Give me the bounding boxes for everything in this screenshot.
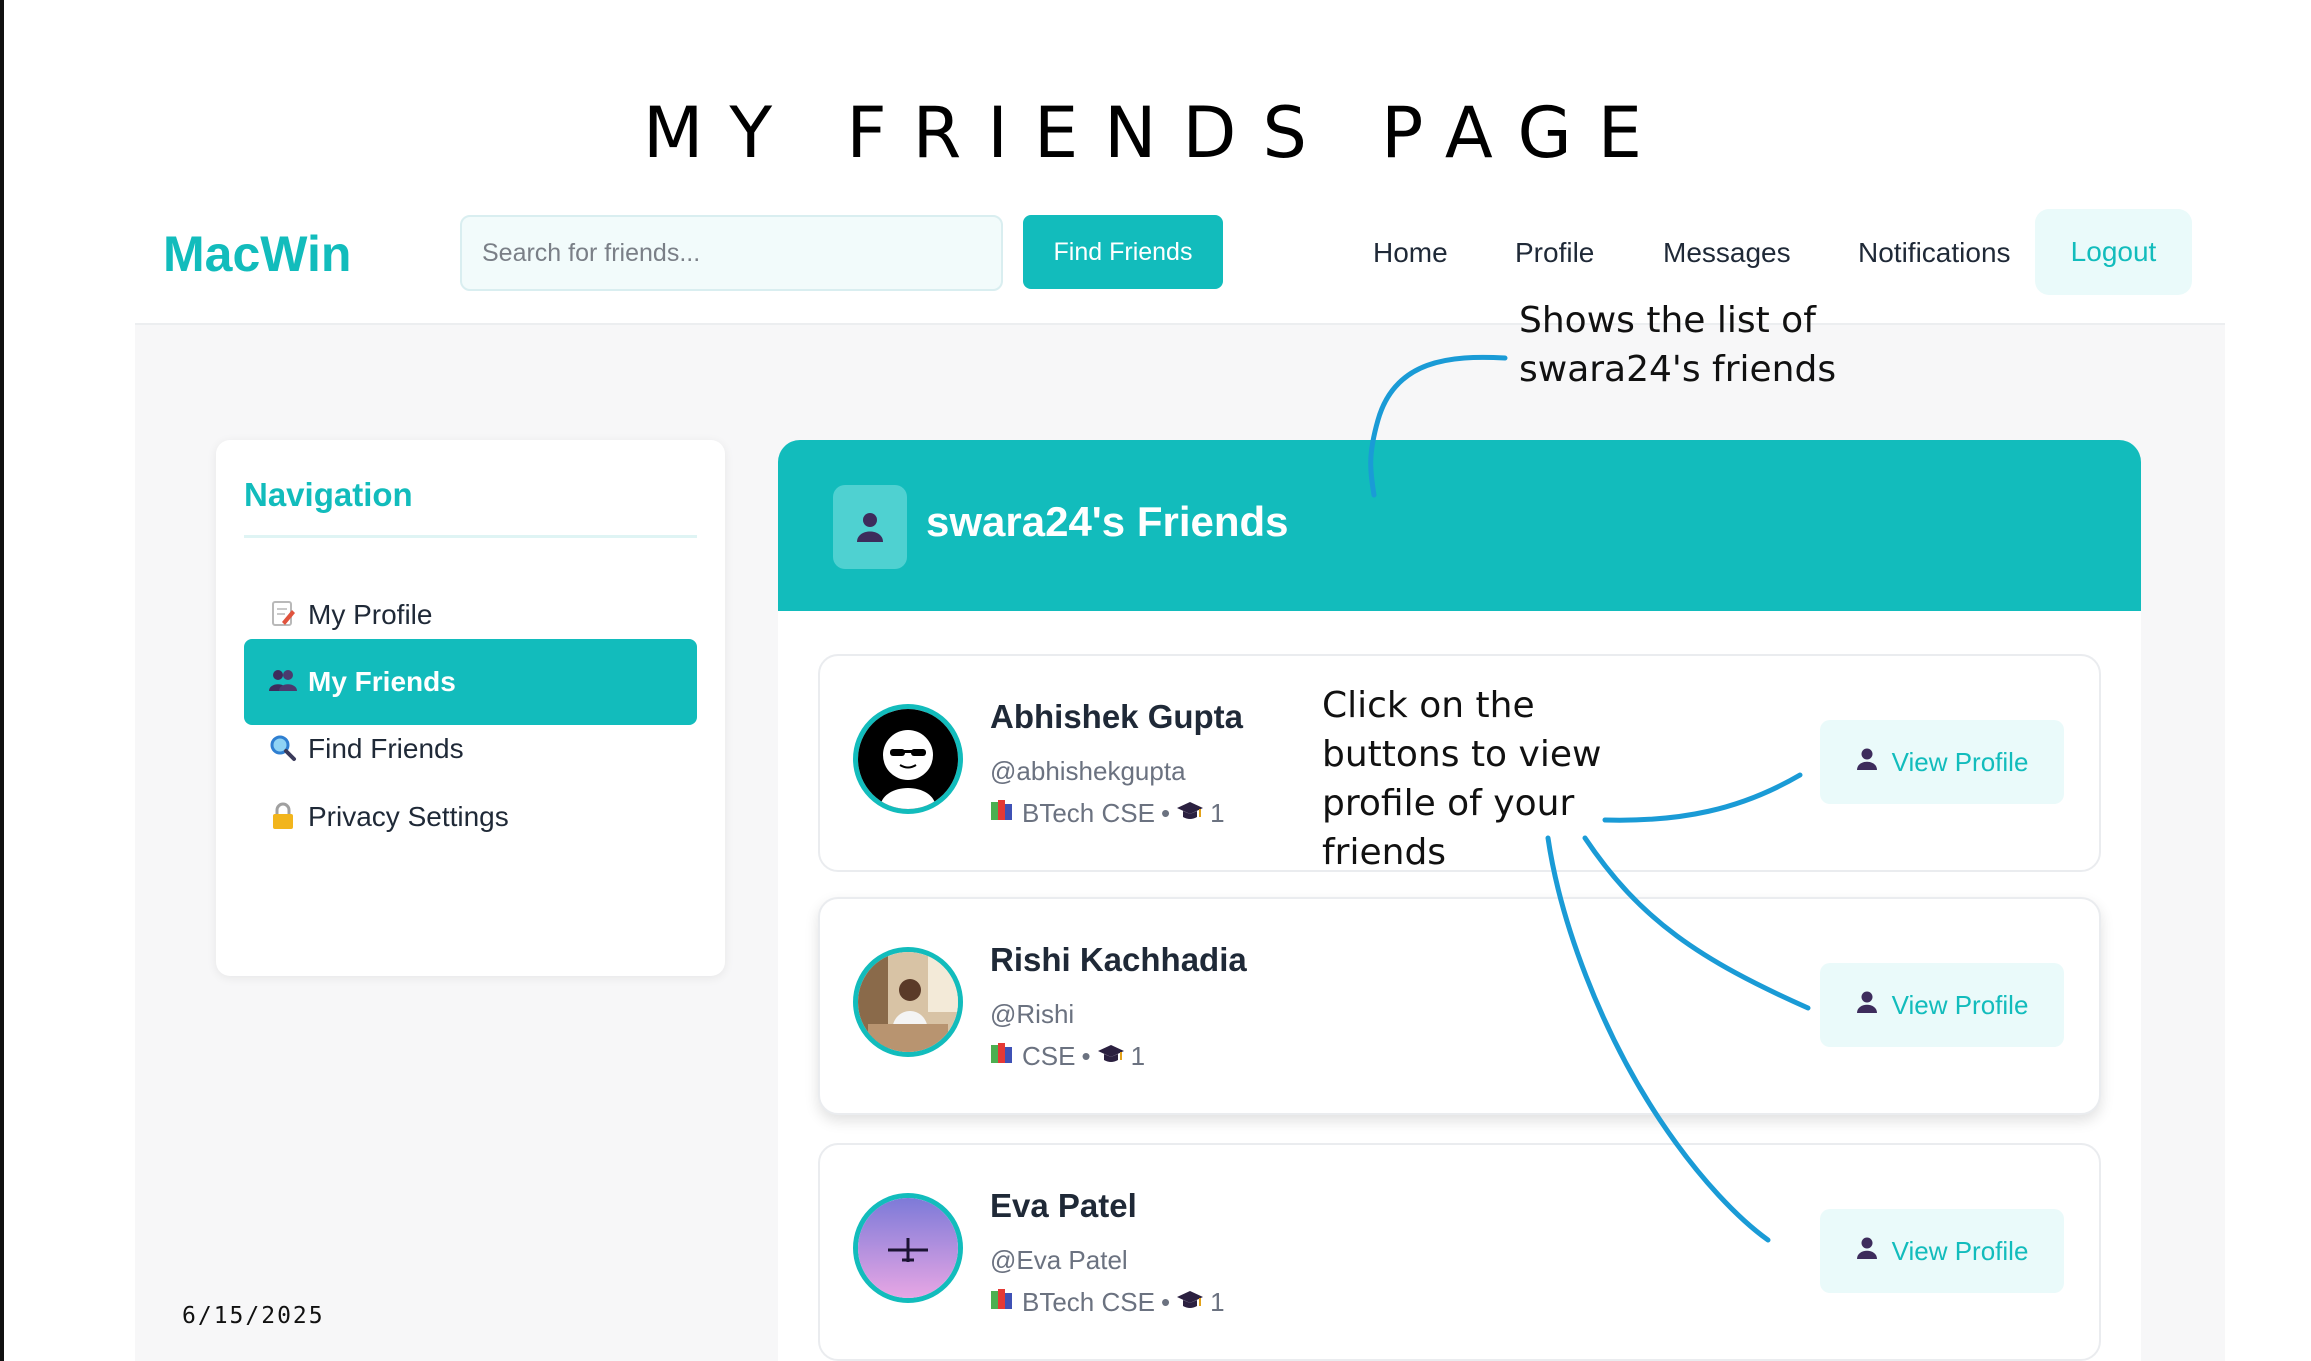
arrow-to-header [1368, 354, 1508, 498]
slide-date: 6/15/2025 [182, 1303, 325, 1329]
annotation-arrows [1368, 354, 1811, 1243]
arrow-to-button-2 [1582, 835, 1811, 1011]
arrow-to-button-1 [1602, 772, 1803, 823]
arrow-to-button-3 [1545, 835, 1771, 1243]
